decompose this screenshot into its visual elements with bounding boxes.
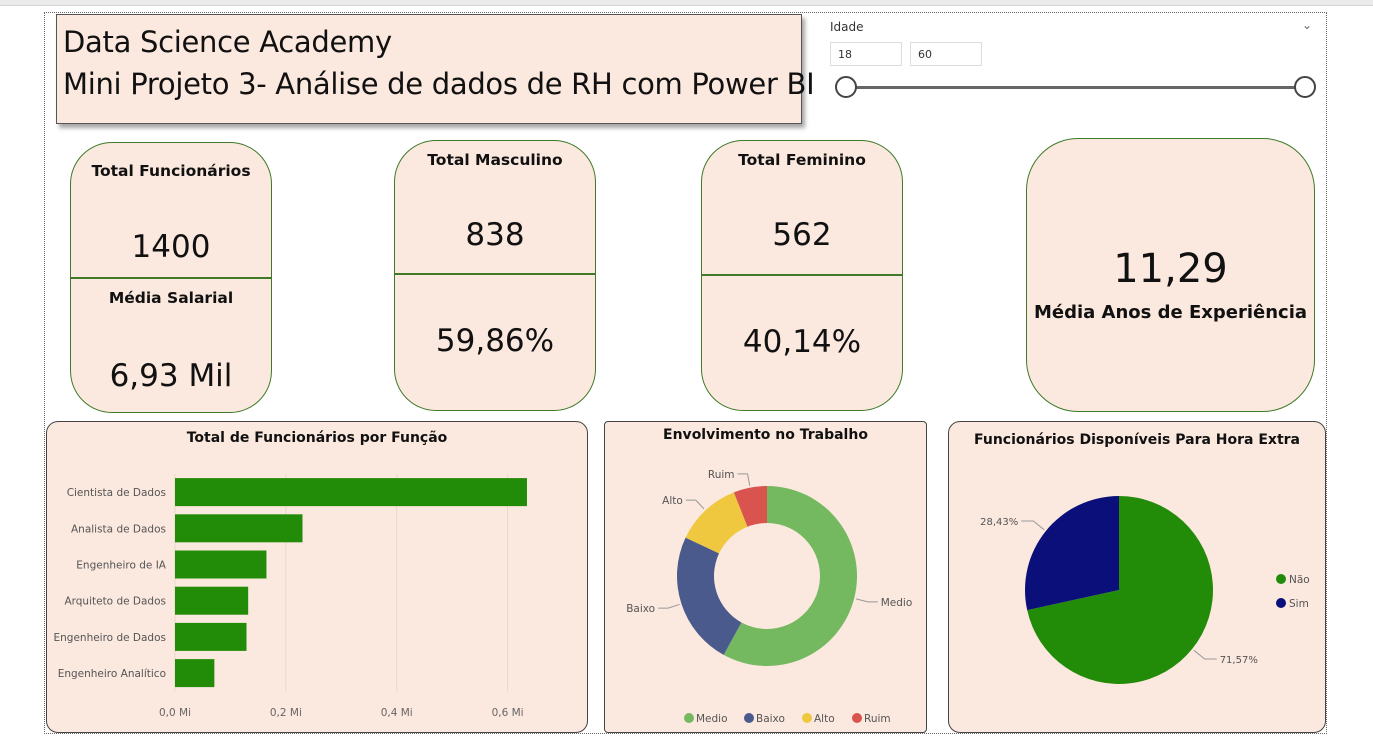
card-percent: 40,14% [742, 324, 862, 360]
x-tick-label: 0,2 Mi [270, 707, 302, 719]
legend-label: Baixo [756, 713, 785, 725]
slicer-min-handle[interactable] [835, 76, 857, 98]
leader-line [855, 598, 878, 603]
donut-slice [677, 537, 742, 655]
report-title-line2: Mini Projeto 3- Análise de dados de RH c… [63, 67, 815, 101]
bar [175, 586, 249, 615]
card-value: 11,29 [1113, 246, 1228, 292]
bar [175, 622, 247, 651]
bar [175, 659, 215, 688]
x-tick-label: 0,4 Mi [381, 707, 413, 719]
card-percent: 59,86% [435, 323, 555, 359]
legend-label: Sim [1289, 598, 1309, 610]
slicer-max-handle[interactable] [1294, 76, 1316, 98]
slicer-max-input[interactable]: 60 [910, 42, 982, 66]
report-title-box: Data Science Academy Mini Projeto 3- Aná… [56, 14, 815, 124]
card-value: 838 [465, 217, 525, 253]
y-tick-label: Engenheiro de Dados [54, 632, 167, 644]
card-label: Média Anos de Experiência [1033, 302, 1308, 323]
data-label: 28,43% [980, 517, 1018, 528]
x-tick-label: 0,0 Mi [159, 707, 191, 719]
legend-marker [744, 713, 754, 723]
slicer-label: Idade [830, 20, 864, 34]
y-tick-label: Arquiteto de Dados [64, 596, 166, 608]
slice-label: Ruim [708, 469, 735, 481]
card-divider [395, 273, 595, 275]
card-label: Total Funcionários [91, 162, 251, 180]
panel-hora-extra: Funcionários Disponíveis Para Hora Extra… [948, 421, 1326, 733]
legend-label: Ruim [864, 713, 891, 725]
leader-line [1021, 520, 1045, 531]
data-label: 71,57% [1220, 655, 1258, 666]
window-top-border [0, 0, 1373, 6]
legend-label: Não [1289, 574, 1310, 586]
legend-marker [684, 713, 694, 723]
y-tick-label: Engenheiro Analítico [58, 668, 166, 680]
x-tick-label: 0,6 Mi [492, 707, 524, 719]
panel-envolvimento-trabalho: Envolvimento no Trabalho Medio Baixo Alto R… [604, 421, 927, 733]
leader-line [685, 499, 705, 510]
card-value: 6,93 Mil [109, 358, 233, 394]
card-total-feminino: Total Feminino 562 40,14% [701, 140, 903, 411]
y-tick-label: Analista de Dados [71, 523, 166, 535]
card-value: 1400 [131, 229, 211, 265]
legend-marker [802, 713, 812, 723]
bar-chart: 0,0 Mi 0,2 Mi 0,4 Mi 0,6 Mi Cientista de Dad… [54, 474, 527, 719]
y-tick-label: Cientista de Dados [67, 487, 166, 499]
slicer-min-input[interactable]: 18 [830, 42, 902, 66]
bar [175, 550, 267, 579]
legend-label: Alto [814, 713, 835, 725]
bar [175, 478, 527, 507]
slicer-track[interactable] [846, 86, 1306, 89]
legend-marker [852, 713, 862, 723]
card-label: Média Salarial [108, 289, 234, 307]
pie-slice [1025, 496, 1119, 611]
report-title-line1: Data Science Academy [63, 25, 392, 59]
legend-label: Medio [696, 713, 728, 725]
donut-chart: Medio Baixo Alto Ruim Medio Baixo Alto Ruim [626, 469, 913, 725]
card-total-funcionarios: Total Funcionários 1400 Média Salarial 6… [70, 142, 272, 413]
pie-chart: 71,57% 28,43% Não Sim [980, 496, 1310, 684]
card-media-anos-experiencia: 11,29 Média Anos de Experiência [1026, 138, 1315, 412]
card-total-masculino: Total Masculino 838 59,86% [394, 140, 596, 411]
leader-line [658, 603, 680, 609]
chevron-down-icon[interactable]: ⌄ [1302, 18, 1312, 32]
slice-label: Alto [662, 495, 683, 507]
slice-label: Baixo [626, 603, 655, 615]
card-label: Total Feminino [738, 151, 866, 169]
bar [175, 514, 303, 543]
legend-marker [1276, 598, 1286, 608]
card-value: 562 [772, 217, 832, 253]
leader-line [737, 473, 751, 486]
panel-funcionarios-por-funcao: Total de Funcionários por Função 0,0 Mi 0… [46, 421, 588, 733]
legend-marker [1276, 574, 1286, 584]
card-label: Total Masculino [427, 151, 563, 169]
slice-label: Medio [881, 597, 913, 609]
y-tick-label: Engenheiro de IA [76, 560, 167, 572]
card-divider [71, 277, 271, 279]
leader-line [1193, 649, 1217, 660]
card-divider [702, 274, 902, 276]
